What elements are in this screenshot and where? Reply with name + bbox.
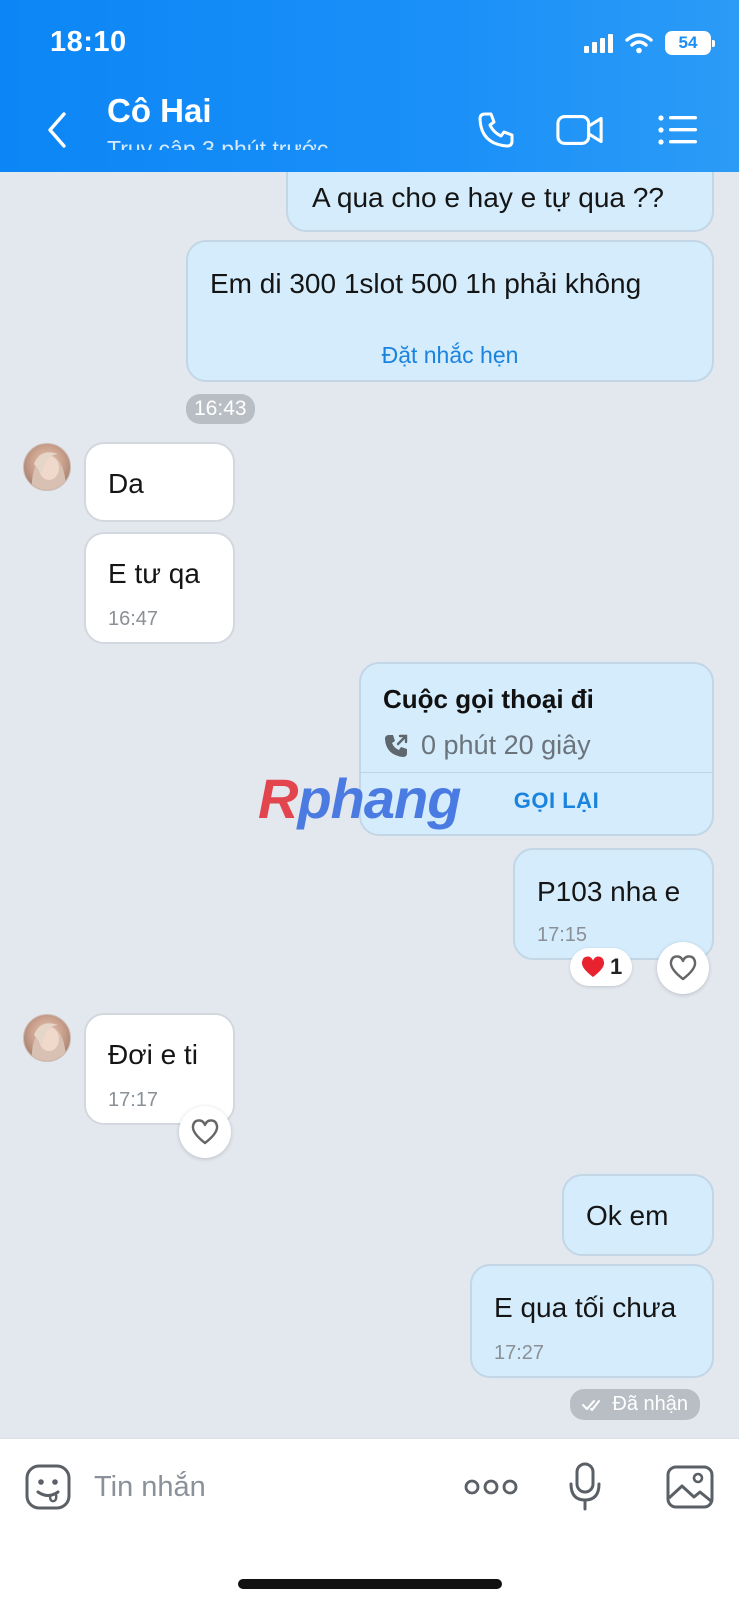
- message-outgoing[interactable]: E qua tối chưa 17:27: [470, 1264, 714, 1378]
- home-indicator: [238, 1579, 502, 1589]
- message-input[interactable]: Tin nhắn: [94, 1471, 206, 1504]
- gallery-button[interactable]: [664, 1461, 716, 1513]
- avatar[interactable]: [23, 443, 71, 491]
- status-icons: 54: [584, 30, 715, 56]
- message-text: Da: [108, 468, 144, 499]
- avatar[interactable]: [23, 1014, 71, 1062]
- phone-icon: [478, 112, 514, 148]
- heart-icon: [191, 1119, 219, 1145]
- call-duration: 0 phút 20 giây: [383, 730, 591, 761]
- message-text: Ok em: [586, 1200, 669, 1231]
- message-text: E tư qa: [108, 558, 200, 589]
- menu-icon: [658, 115, 697, 145]
- signal-icon: [584, 33, 613, 53]
- message-text: Đơi e ti: [108, 1039, 198, 1070]
- delivery-status: Đã nhận: [570, 1389, 700, 1420]
- message-text: A qua cho e hay e tự qua ??: [312, 182, 664, 213]
- message-outgoing[interactable]: Em di 300 1slot 500 1h phải không Đặt nh…: [186, 240, 714, 382]
- image-icon: [666, 1465, 714, 1509]
- watermark-logo: Rphang: [258, 767, 461, 830]
- message-time: 16:47: [108, 608, 159, 630]
- message-composer: Tin nhắn: [0, 1438, 739, 1600]
- sticker-button[interactable]: [22, 1461, 74, 1513]
- react-button[interactable]: [657, 942, 709, 994]
- heart-icon: [669, 955, 697, 981]
- video-icon: [556, 115, 603, 145]
- options-button[interactable]: [654, 106, 702, 154]
- message-text: P103 nha e: [537, 876, 681, 907]
- message-time: 17:27: [494, 1342, 545, 1364]
- call-out-icon: [385, 734, 408, 757]
- status-time: 18:10: [50, 26, 127, 58]
- more-icon: [464, 1479, 518, 1495]
- double-check-icon: [582, 1399, 601, 1411]
- time-chip: 16:43: [186, 394, 255, 424]
- wifi-icon: [625, 33, 653, 54]
- message-incoming[interactable]: E tư qa 16:47: [84, 532, 235, 644]
- voice-button[interactable]: [559, 1461, 611, 1513]
- message-incoming[interactable]: Da: [84, 442, 235, 522]
- video-call-button[interactable]: [556, 106, 604, 154]
- battery-icon: 54: [665, 31, 715, 55]
- heart-reaction-icon: [581, 956, 605, 977]
- message-time: 17:15: [537, 924, 588, 946]
- more-button[interactable]: [463, 1461, 519, 1513]
- sticker-icon: [25, 1464, 71, 1510]
- message-outgoing[interactable]: Ok em: [562, 1174, 714, 1256]
- call-duration-text: 0 phút 20 giây: [421, 730, 591, 760]
- message-time: 17:17: [108, 1089, 159, 1111]
- mic-icon: [569, 1462, 601, 1511]
- message-text: Em di 300 1slot 500 1h phải không: [210, 268, 642, 299]
- avatar-photo: [31, 452, 66, 490]
- reaction-summary[interactable]: 1: [570, 948, 633, 986]
- chat-header: 18:10 54 Cô Hai Truy cập 3 phút trước: [0, 0, 739, 172]
- call-title: Cuộc gọi thoại đi: [383, 684, 594, 714]
- header-edge: [0, 150, 739, 172]
- phone-call-button[interactable]: [472, 106, 520, 154]
- reaction-count: 1: [610, 954, 623, 979]
- back-icon[interactable]: [40, 108, 76, 152]
- react-button[interactable]: [179, 1106, 231, 1158]
- set-reminder-link[interactable]: Đặt nhắc hẹn: [188, 342, 712, 369]
- contact-name[interactable]: Cô Hai: [107, 92, 212, 130]
- avatar-photo: [31, 1023, 66, 1061]
- message-text: E qua tối chưa: [494, 1292, 677, 1323]
